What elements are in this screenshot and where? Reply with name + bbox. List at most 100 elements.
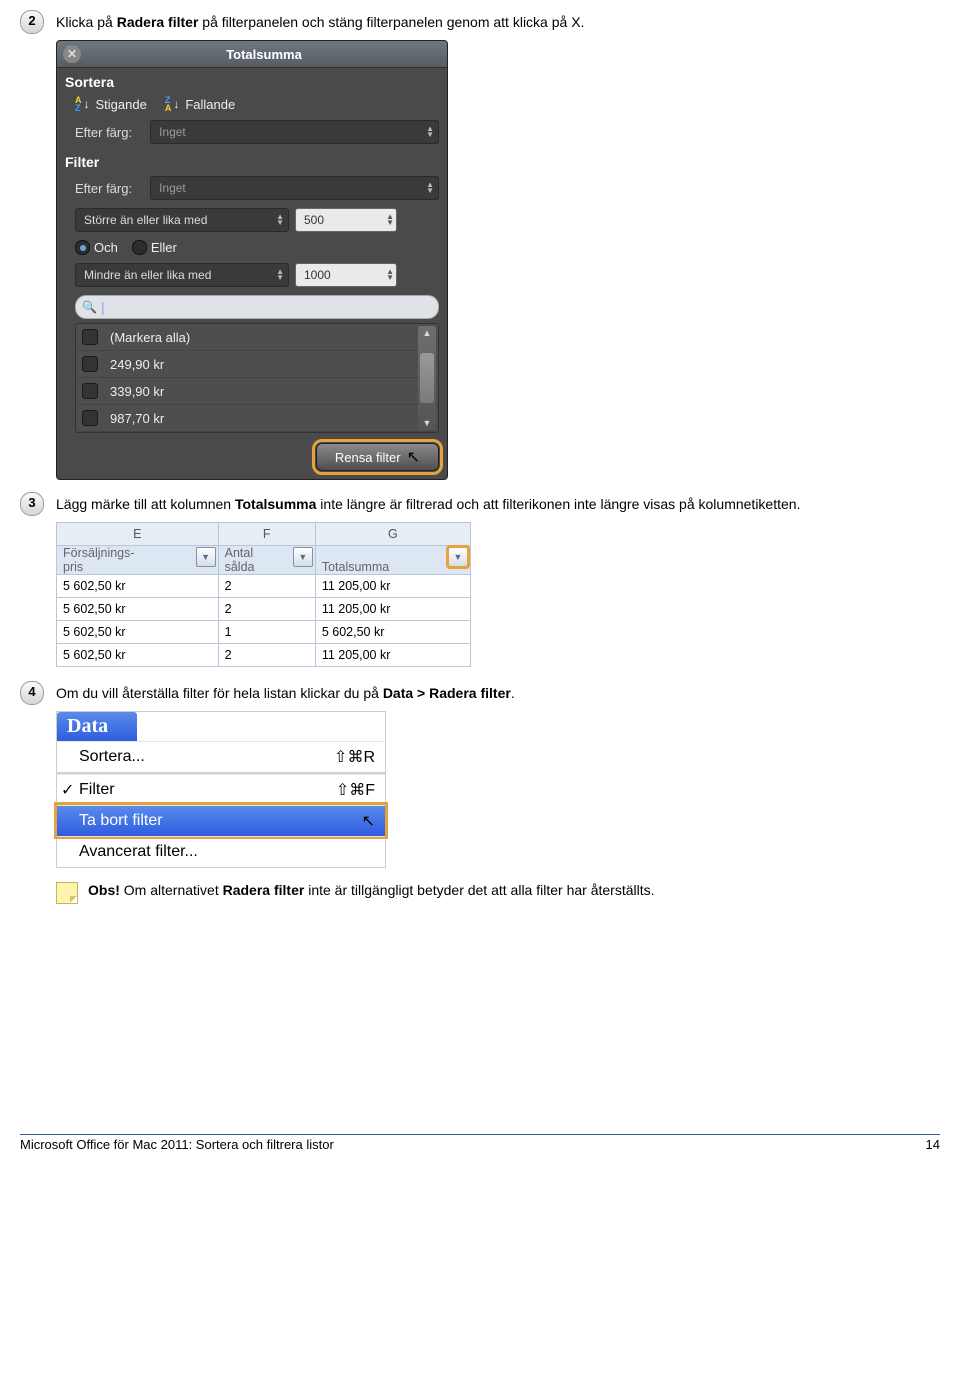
menu-item-advanced-filter[interactable]: Avancerat filter... xyxy=(57,836,385,867)
close-icon[interactable]: ✕ xyxy=(63,45,81,63)
menu-item-filter[interactable]: ✓ Filter ⇧⌘F xyxy=(57,774,385,805)
filter-dropdown-icon[interactable]: ▼ xyxy=(196,547,216,567)
step-4: 4 Om du vill återställa filter för hela … xyxy=(20,681,940,705)
scrollbar[interactable]: ▲ ▼ xyxy=(418,326,436,430)
and-label: Och xyxy=(94,240,118,255)
sort-section-label: Sortera xyxy=(57,68,447,92)
step2-bold: Radera filter xyxy=(117,14,199,30)
condition-1-value[interactable]: 500 ▲▼ xyxy=(295,208,397,232)
step-4-text: Om du vill återställa filter för hela li… xyxy=(56,681,515,703)
cell: 11 205,00 kr xyxy=(315,598,470,621)
note-pre: Om alternativet xyxy=(124,882,223,898)
checkbox-icon[interactable] xyxy=(82,356,98,372)
filter-panel: ✕ Totalsumma Sortera AZ ↓ Stigande ZA ↓ … xyxy=(56,40,448,480)
filter-color-row: Efter färg: Inget ▲▼ xyxy=(57,172,447,204)
number-stepper-icon[interactable]: ▲▼ xyxy=(386,269,394,281)
list-item-label: 339,90 kr xyxy=(110,384,164,399)
note: Obs! Om alternativet Radera filter inte … xyxy=(56,882,940,904)
footer-wrap: Microsoft Office för Mac 2011: Sortera o… xyxy=(20,1134,940,1158)
col-letter: G xyxy=(315,523,470,546)
cell: 2 xyxy=(218,598,315,621)
filter-search-input[interactable]: 🔍 | xyxy=(75,295,439,319)
step4-post: . xyxy=(511,685,515,701)
sort-ascending[interactable]: AZ ↓ Stigande xyxy=(75,96,147,112)
header-qty: Antal sålda ▼ xyxy=(218,546,315,575)
cond2-op-label: Mindre än eller lika med xyxy=(84,268,211,282)
footer-divider xyxy=(20,1134,940,1135)
cell: 5 602,50 kr xyxy=(315,621,470,644)
step-3: 3 Lägg märke till att kolumnen Totalsumm… xyxy=(20,492,940,516)
step-2-text: Klicka på Radera filter på filterpanelen… xyxy=(56,10,584,32)
step3-pre: Lägg märke till att kolumnen xyxy=(56,496,235,512)
list-item[interactable]: 249,90 kr xyxy=(76,351,438,378)
menu-item-sort[interactable]: Sortera... ⇧⌘R xyxy=(57,741,385,772)
filter-color-value: Inget xyxy=(159,181,186,195)
sort-color-select[interactable]: Inget ▲▼ xyxy=(150,120,439,144)
step-number-2: 2 xyxy=(20,10,44,34)
footer-doc-title: Microsoft Office för Mac 2011: Sortera o… xyxy=(20,1137,334,1152)
spreadsheet-table: E F G Försäljnings- pris ▼ Antal sålda ▼… xyxy=(56,522,471,667)
and-radio[interactable]: Och xyxy=(75,240,118,255)
ascending-label: Stigande xyxy=(96,97,147,112)
select-stepper-icon: ▲▼ xyxy=(426,182,434,194)
step4-bold: Data > Radera filter xyxy=(383,685,511,701)
scrollbar-thumb[interactable] xyxy=(420,353,434,403)
footer-page-number: 14 xyxy=(926,1137,940,1152)
checkbox-icon[interactable] xyxy=(82,410,98,426)
number-stepper-icon[interactable]: ▲▼ xyxy=(386,214,394,226)
cond2-value: 1000 xyxy=(304,268,331,282)
note-icon xyxy=(56,882,78,904)
hdr-price-line1: Försäljnings- xyxy=(63,546,135,560)
list-item[interactable]: 339,90 kr xyxy=(76,378,438,405)
list-item-label: 987,70 kr xyxy=(110,411,164,426)
condition-1-operator[interactable]: Större än eller lika med ▲▼ xyxy=(75,208,289,232)
hdr-qty-line2: sålda xyxy=(225,560,255,574)
sort-descending[interactable]: ZA ↓ Fallande xyxy=(165,96,235,112)
clear-filter-label: Rensa filter xyxy=(335,450,401,465)
list-item-select-all[interactable]: (Markera alla) xyxy=(76,324,438,351)
cond1-value: 500 xyxy=(304,213,324,227)
menu-title[interactable]: Data xyxy=(57,712,137,741)
cell: 11 205,00 kr xyxy=(315,644,470,667)
menu-list: Sortera... ⇧⌘R ✓ Filter ⇧⌘F Ta bort filt… xyxy=(57,741,385,867)
clear-filter-row: Rensa filter ↖ xyxy=(57,437,447,473)
note-bold: Radera filter xyxy=(223,882,305,898)
search-icon: 🔍 xyxy=(82,300,97,314)
scroll-down-icon[interactable]: ▼ xyxy=(423,418,432,428)
col-letter: F xyxy=(218,523,315,546)
cell: 2 xyxy=(218,644,315,667)
filter-dropdown-icon-highlighted[interactable]: ▼ xyxy=(448,547,468,567)
hdr-price-line2: pris xyxy=(63,560,83,574)
header-price: Försäljnings- pris ▼ xyxy=(57,546,219,575)
select-stepper-icon: ▲▼ xyxy=(276,214,284,226)
or-label: Eller xyxy=(151,240,177,255)
list-item[interactable]: 987,70 kr xyxy=(76,405,438,432)
header-total: Totalsumma ▼ xyxy=(315,546,470,575)
filter-section-label: Filter xyxy=(57,148,447,172)
filter-color-select[interactable]: Inget ▲▼ xyxy=(150,176,439,200)
filter-values-list: (Markera alla) 249,90 kr 339,90 kr 987,7… xyxy=(75,323,439,433)
checkbox-icon[interactable] xyxy=(82,329,98,345)
menu-filter-label: Filter xyxy=(79,781,115,799)
menu-item-remove-filter[interactable]: Ta bort filter ↖ xyxy=(57,805,385,836)
list-item-label: 249,90 kr xyxy=(110,357,164,372)
cursor-icon: ↖ xyxy=(362,811,375,831)
checkbox-icon[interactable] xyxy=(82,383,98,399)
step2-pre: Klicka på xyxy=(56,14,117,30)
condition-row-1: Större än eller lika med ▲▼ 500 ▲▼ xyxy=(57,204,447,236)
filter-panel-title: Totalsumma xyxy=(81,47,447,62)
table-row: 5 602,50 kr211 205,00 kr xyxy=(57,644,471,667)
menu-advanced-label: Avancerat filter... xyxy=(79,843,198,861)
step3-bold: Totalsumma xyxy=(235,496,316,512)
sort-asc-icon: AZ ↓ xyxy=(75,96,90,112)
menu-filter-shortcut: ⇧⌘F xyxy=(336,780,375,800)
scroll-up-icon[interactable]: ▲ xyxy=(423,328,432,338)
condition-2-operator[interactable]: Mindre än eller lika med ▲▼ xyxy=(75,263,289,287)
clear-filter-button[interactable]: Rensa filter ↖ xyxy=(316,443,439,471)
filter-dropdown-icon[interactable]: ▼ xyxy=(293,547,313,567)
boolean-row: Och Eller xyxy=(57,236,447,259)
menu-sort-label: Sortera... xyxy=(79,748,145,766)
condition-2-value[interactable]: 1000 ▲▼ xyxy=(295,263,397,287)
or-radio[interactable]: Eller xyxy=(132,240,177,255)
page-footer: Microsoft Office för Mac 2011: Sortera o… xyxy=(20,1137,940,1158)
